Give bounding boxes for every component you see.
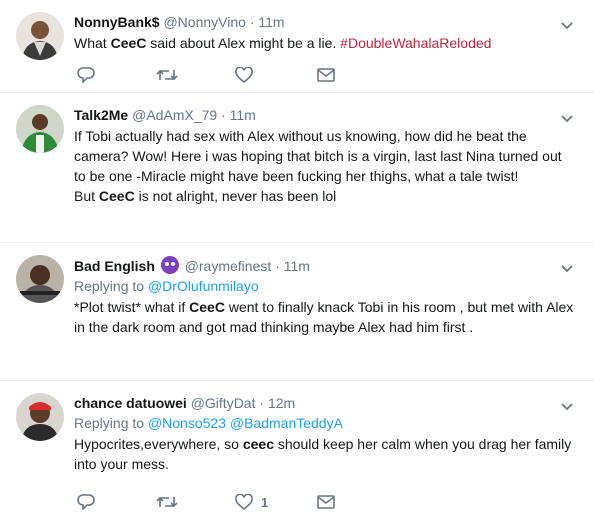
- like-icon: [235, 494, 253, 510]
- chevron-down-icon[interactable]: [560, 18, 574, 32]
- envelope-icon: [317, 68, 335, 82]
- replying-to: Replying to @Nonso523 @BadmanTeddyA: [74, 414, 574, 432]
- reply-icon: [77, 67, 95, 83]
- replying-label: Replying to: [74, 415, 148, 431]
- user-handle[interactable]: @NonnyVino: [163, 14, 245, 30]
- timestamp[interactable]: 11m: [230, 107, 256, 123]
- mention-link[interactable]: @Nonso523: [148, 415, 226, 431]
- tweet-text: If Tobi actually had sex with Alex witho…: [74, 126, 574, 206]
- retweet-button[interactable]: [156, 65, 178, 85]
- mention-link[interactable]: @DrOlufunmilayo: [148, 278, 259, 294]
- timestamp[interactable]: 11m: [284, 258, 310, 274]
- tweet-header: Talk2Me @AdAmX_79 · 11m: [74, 106, 574, 124]
- hashtag-link[interactable]: #DoubleWahalaReloded: [340, 35, 491, 51]
- reply-icon: [77, 494, 95, 510]
- replying-label: Replying to: [74, 278, 148, 294]
- tweet-text: What CeeC said about Alex might be a lie…: [74, 33, 574, 53]
- highlight-text: CeeC: [189, 299, 225, 315]
- tweet-header: chance datuowei @GiftyDat · 12m: [74, 394, 574, 412]
- text-paragraph: But CeeC is not alright, never has been …: [74, 186, 574, 206]
- avatar[interactable]: [16, 105, 64, 153]
- tweet-header: NonnyBank$ @NonnyVino · 11m: [74, 13, 574, 31]
- dm-button[interactable]: [317, 65, 335, 85]
- text-segment: *Plot twist* what if: [74, 299, 190, 315]
- highlight-text: CeeC: [98, 188, 135, 204]
- text-segment: What: [74, 35, 111, 51]
- avatar[interactable]: [16, 255, 64, 303]
- separator-dot: ·: [221, 107, 226, 123]
- avatar[interactable]: [16, 393, 64, 441]
- display-name[interactable]: Bad English: [74, 258, 155, 274]
- text-segment: But: [74, 188, 99, 204]
- like-icon: [235, 67, 253, 83]
- separator-dot: ·: [275, 258, 280, 274]
- chevron-down-icon[interactable]: [560, 399, 574, 413]
- mention-link[interactable]: @BadmanTeddyA: [230, 415, 343, 431]
- text-paragraph: If Tobi actually had sex with Alex witho…: [74, 128, 562, 184]
- user-handle[interactable]: @raymefinest: [185, 258, 272, 274]
- chevron-down-icon[interactable]: [560, 261, 574, 275]
- reply-button[interactable]: [77, 492, 95, 512]
- highlight-text: CeeC: [110, 35, 147, 51]
- display-name[interactable]: Talk2Me: [74, 107, 128, 123]
- reply-button[interactable]: [77, 65, 95, 85]
- like-button[interactable]: [235, 65, 253, 85]
- highlight-text: ceec: [242, 436, 274, 452]
- like-count: 1: [261, 494, 269, 510]
- text-segment: is not alright, never has been lol: [134, 188, 337, 204]
- retweet-icon: [156, 496, 178, 508]
- separator-dot: ·: [259, 395, 265, 411]
- envelope-icon: [317, 495, 335, 509]
- user-handle[interactable]: @AdAmX_79: [132, 107, 217, 123]
- avatar[interactable]: [16, 12, 64, 60]
- chevron-down-icon[interactable]: [560, 111, 574, 125]
- tweet-text: *Plot twist* what if CeeC went to finall…: [74, 297, 574, 337]
- user-handle[interactable]: @GiftyDat: [191, 395, 256, 411]
- text-segment: Hypocrites,everywhere, so: [74, 436, 243, 452]
- display-name[interactable]: chance datuowei: [74, 395, 187, 411]
- tweet-3[interactable]: Bad English @raymefinest · 11m Replying …: [0, 243, 594, 381]
- timestamp[interactable]: 12m: [268, 395, 295, 411]
- tweet-text: Hypocrites,everywhere, so ceec should ke…: [74, 434, 574, 474]
- tweet-2[interactable]: Talk2Me @AdAmX_79 · 11m If Tobi actually…: [0, 93, 594, 243]
- tweet-feed: NonnyBank$ @NonnyVino · 11m What CeeC sa…: [0, 0, 594, 524]
- like-button[interactable]: 1: [235, 492, 268, 512]
- dm-button[interactable]: [317, 492, 335, 512]
- devil-emoji-icon: [160, 256, 179, 274]
- replying-to: Replying to @DrOlufunmilayo: [74, 277, 574, 295]
- separator-dot: ·: [249, 14, 255, 30]
- timestamp[interactable]: 11m: [258, 14, 284, 30]
- tweet-4[interactable]: chance datuowei @GiftyDat · 12m Replying…: [0, 381, 594, 524]
- tweet-header: Bad English @raymefinest · 11m: [74, 256, 574, 275]
- retweet-icon: [156, 69, 178, 81]
- retweet-button[interactable]: [156, 492, 178, 512]
- text-segment: said about Alex might be a lie.: [146, 35, 341, 51]
- display-name[interactable]: NonnyBank$: [74, 14, 160, 30]
- tweet-1[interactable]: NonnyBank$ @NonnyVino · 11m What CeeC sa…: [0, 0, 594, 93]
